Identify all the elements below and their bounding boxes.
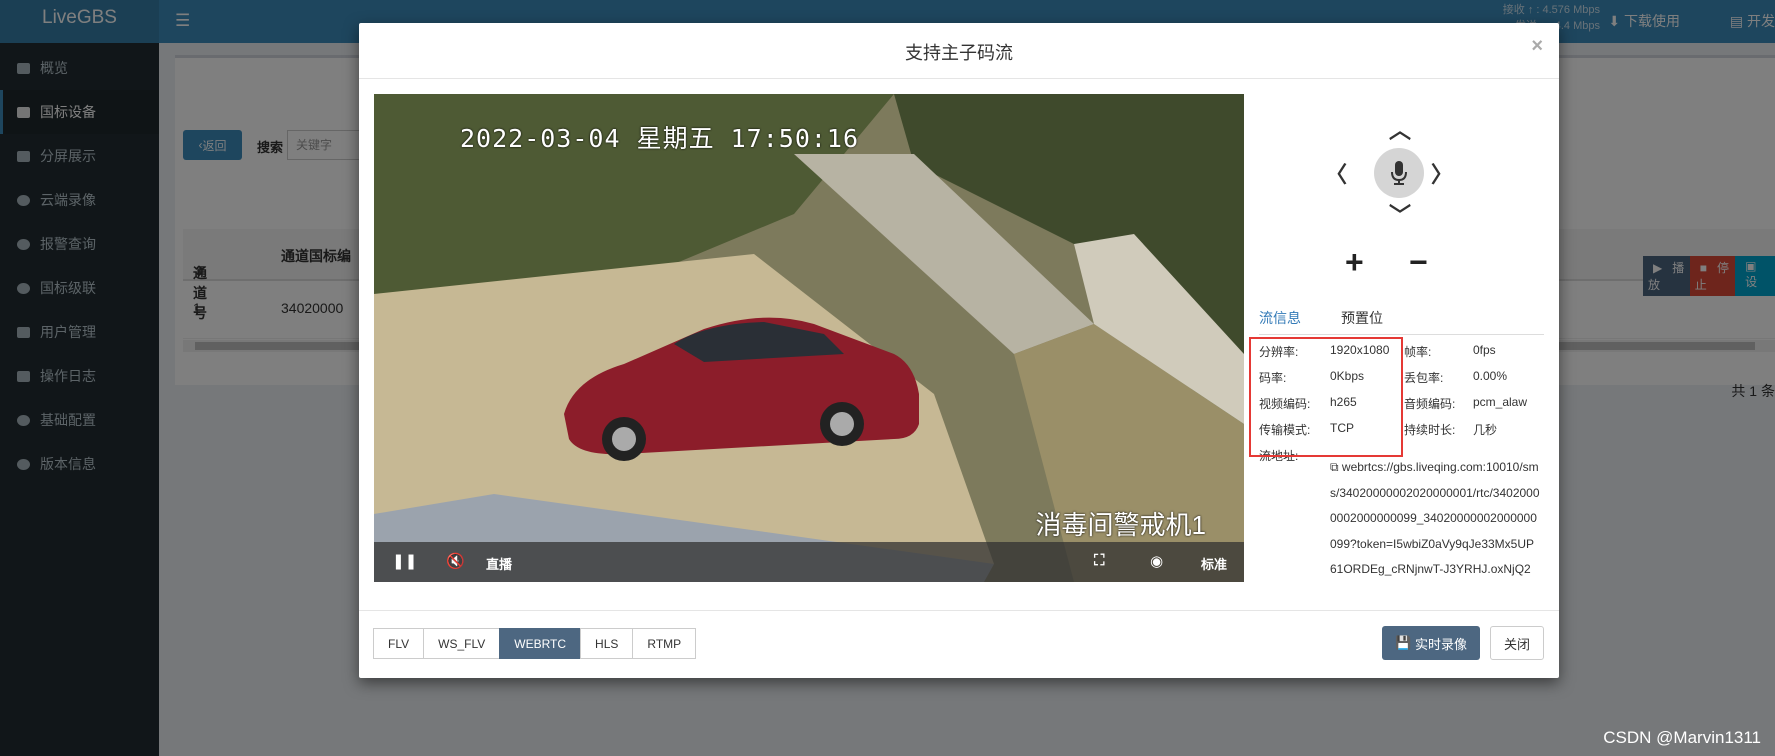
save-icon: 💾 bbox=[1395, 635, 1415, 650]
packet-loss-value: 0.00% bbox=[1473, 369, 1508, 383]
chevron-right-icon[interactable]: 〉 bbox=[1431, 157, 1453, 189]
snapshot-icon[interactable]: ◉ bbox=[1150, 552, 1163, 570]
camera-label: 消毒间警戒机1 bbox=[1035, 510, 1206, 540]
audio-codec-value: pcm_alaw bbox=[1473, 395, 1528, 409]
zoom-in-icon[interactable]: + bbox=[1345, 246, 1364, 278]
video-player[interactable]: 2022-03-04 星期五 17:50:16 消毒间警戒机1 ❚❚ 🔇 直播 … bbox=[374, 94, 1244, 582]
zoom-out-icon[interactable]: − bbox=[1409, 246, 1428, 278]
chevron-left-icon[interactable]: 〈 bbox=[1325, 157, 1347, 189]
chevron-up-icon[interactable]: ︿ bbox=[1389, 113, 1411, 145]
packet-loss-label: 丢包率: bbox=[1404, 371, 1444, 385]
quality-selector[interactable]: 标准 bbox=[1201, 554, 1227, 573]
format-flv-button[interactable]: FLV bbox=[373, 628, 425, 659]
info-tabs: 流信息 预置位 bbox=[1259, 300, 1544, 339]
stream-url[interactable]: ⧉ webrtcs://gbs.liveqing.com:10010/sms/3… bbox=[1330, 455, 1540, 583]
format-rtmp-button[interactable]: RTMP bbox=[632, 628, 697, 659]
record-button[interactable]: 💾 实时录像 bbox=[1382, 626, 1480, 660]
format-webrtc-button[interactable]: WEBRTC bbox=[499, 628, 582, 659]
modal-header: 支持主子码流 × bbox=[359, 23, 1559, 79]
duration-value: 几秒 bbox=[1473, 423, 1498, 437]
highlight-box bbox=[1249, 337, 1403, 457]
stream-modal: 支持主子码流 × 2022-03-04 星期五 17:50:16 消毒间警戒机1 bbox=[359, 23, 1559, 678]
fps-value: 0fps bbox=[1473, 343, 1496, 357]
modal-title: 支持主子码流 bbox=[905, 43, 1013, 63]
pause-icon[interactable]: ❚❚ bbox=[392, 552, 417, 570]
tab-stream-info[interactable]: 流信息 bbox=[1259, 308, 1301, 339]
duration-label: 持续时长: bbox=[1404, 423, 1456, 437]
close-button[interactable]: 关闭 bbox=[1489, 626, 1544, 660]
watermark: CSDN @Marvin1311 bbox=[1603, 728, 1761, 747]
format-hls-button[interactable]: HLS bbox=[580, 628, 634, 659]
format-ws-flv-button[interactable]: WS_FLV bbox=[423, 628, 501, 659]
fps-label: 帧率: bbox=[1404, 345, 1432, 359]
microphone-icon bbox=[1391, 161, 1407, 185]
microphone-button[interactable] bbox=[1374, 148, 1424, 198]
modal-footer: FLV WS_FLV WEBRTC HLS RTMP 💾 实时录像 关闭 bbox=[359, 610, 1559, 678]
tab-presets[interactable]: 预置位 bbox=[1341, 308, 1383, 328]
chevron-down-icon[interactable]: ﹀ bbox=[1389, 198, 1411, 230]
audio-codec-label: 音频编码: bbox=[1404, 397, 1456, 411]
mute-icon[interactable]: 🔇 bbox=[446, 552, 465, 570]
close-icon[interactable]: × bbox=[1531, 35, 1543, 58]
format-button-group: FLV WS_FLV WEBRTC HLS RTMP bbox=[373, 628, 697, 659]
copy-icon[interactable]: ⧉ bbox=[1330, 460, 1342, 474]
live-label: 直播 bbox=[486, 557, 513, 572]
video-timestamp: 2022-03-04 星期五 17:50:16 bbox=[460, 124, 860, 153]
video-control-bar: ❚❚ 🔇 直播 ⛶ ◉ 标准 bbox=[374, 542, 1244, 582]
fullscreen-icon[interactable]: ⛶ bbox=[1094, 552, 1105, 569]
